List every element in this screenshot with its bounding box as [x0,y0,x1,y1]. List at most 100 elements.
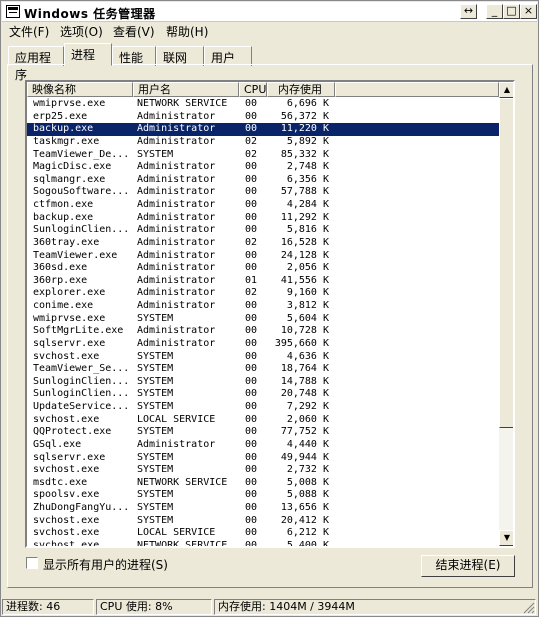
process-memory: 2,056 K [286,262,329,274]
title-bar[interactable]: Windows 任务管理器 ↔ _ □ × [2,2,537,22]
process-row[interactable]: wmiprvse.exe NETWORK SERVICE 00 6,696 K [27,98,499,111]
column-header-cpu[interactable]: CPU [239,82,267,97]
process-image-name: wmiprvse.exe [33,312,106,324]
process-row[interactable]: svchost.exe LOCAL SERVICE 00 2,060 K [27,414,499,427]
process-image-name: sqlmangr.exe [33,173,106,185]
process-row[interactable]: erp25.exe Administrator 00 56,372 K [27,111,499,124]
tab-performance[interactable]: 性能 [112,46,156,66]
menu-file[interactable]: 文件(F) [6,23,52,40]
process-cpu: 02 [245,135,258,147]
process-user-name: SYSTEM [137,451,174,463]
process-row[interactable]: backup.exe Administrator 00 11,292 K [27,212,499,225]
maximize-button[interactable]: □ [503,4,520,19]
process-image-name: svchost.exe [33,514,100,526]
process-row[interactable]: svchost.exe SYSTEM 00 2,732 K [27,464,499,477]
task-manager-window: Windows 任务管理器 ↔ _ □ × 文件(F) 选项(O) 查看(V) … [0,0,539,617]
scroll-up-arrow-icon[interactable]: ▲ [499,82,513,98]
checkbox-box[interactable] [26,557,38,569]
show-all-users-label: 显示所有用户的进程(S) [43,558,168,572]
process-image-name: erp25.exe [33,110,88,122]
process-user-name: Administrator [137,135,216,147]
menu-options[interactable]: 选项(O) [57,23,106,40]
process-row[interactable]: conime.exe Administrator 00 3,812 K [27,300,499,313]
tab-networking[interactable]: 联网 [156,46,204,66]
process-row[interactable]: svchost.exe SYSTEM 00 20,412 K [27,515,499,528]
process-row[interactable]: SogouSoftware... Administrator 00 57,788 K [27,186,499,199]
scroll-thumb[interactable] [499,98,513,428]
process-row[interactable]: SunloginClien... SYSTEM 00 20,748 K [27,388,499,401]
column-header-image-name[interactable]: 映像名称 [27,82,133,97]
process-row[interactable]: svchost.exe LOCAL SERVICE 00 6,212 K [27,527,499,540]
tab-applications[interactable]: 应用程序 [8,46,64,82]
minimize-button[interactable]: _ [486,4,503,19]
process-cpu: 00 [245,350,258,362]
process-memory: 10,728 K [280,325,329,337]
scroll-down-arrow-icon[interactable]: ▼ [499,530,513,546]
process-row[interactable]: MagicDisc.exe Administrator 00 2,748 K [27,161,499,174]
process-list-scrollbar[interactable]: ▲ ▼ [499,82,513,546]
process-memory: 7,292 K [286,401,329,412]
process-user-name: Administrator [137,274,216,286]
process-row[interactable]: sqlservr.exe SYSTEM 00 49,944 K [27,452,499,465]
process-row[interactable]: SunloginClien... SYSTEM 00 14,788 K [27,376,499,389]
process-row[interactable]: ctfmon.exe Administrator 00 4,284 K [27,199,499,212]
process-row[interactable]: 360sd.exe Administrator 00 2,056 K [27,262,499,275]
process-row[interactable]: 360rp.exe Administrator 01 41,556 K [27,275,499,288]
menu-view[interactable]: 查看(V) [110,23,158,40]
tab-processes[interactable]: 进程 [64,43,112,66]
process-memory: 24,128 K [280,249,329,261]
process-image-name: MagicDisc.exe [33,161,112,173]
process-row[interactable]: TeamViewer_Se... SYSTEM 00 18,764 K [27,363,499,376]
process-row[interactable]: QQProtect.exe SYSTEM 00 77,752 K [27,426,499,439]
process-row[interactable]: ZhuDongFangYu... SYSTEM 00 13,656 K [27,502,499,515]
process-image-name: ZhuDongFangYu... [33,502,130,513]
tab-users[interactable]: 用户 [204,46,252,66]
process-row[interactable]: TeamViewer.exe Administrator 00 24,128 K [27,250,499,263]
process-image-name: taskmgr.exe [33,135,100,147]
restore-size-button[interactable]: ↔ [460,4,477,19]
process-memory: 5,604 K [286,312,329,324]
process-row[interactable]: sqlservr.exe Administrator 00 395,660 K [27,338,499,351]
process-row[interactable]: msdtc.exe NETWORK SERVICE 00 5,008 K [27,477,499,490]
process-memory: 2,748 K [286,161,329,173]
status-bar: 进程数: 46 CPU 使用: 8% 内存使用: 1404M / 3944M [2,598,537,616]
process-user-name: SYSTEM [137,502,174,513]
process-cpu: 00 [245,476,258,488]
process-row[interactable]: SoftMgrLite.exe Administrator 00 10,728 K [27,325,499,338]
process-image-name: 360rp.exe [33,274,88,286]
process-image-name: SogouSoftware... [33,186,130,198]
process-user-name: SYSTEM [137,312,174,324]
process-row[interactable]: explorer.exe Administrator 02 9,160 K [27,287,499,300]
process-cpu: 00 [245,413,258,425]
process-list[interactable]: 映像名称 用户名 CPU 内存使用 wmiprvse.exe NETWORK SE… [25,80,515,548]
process-row[interactable]: taskmgr.exe Administrator 02 5,892 K [27,136,499,149]
process-memory: 41,556 K [280,274,329,286]
process-row[interactable]: 360tray.exe Administrator 02 16,528 K [27,237,499,250]
process-user-name: SYSTEM [137,375,174,387]
process-row[interactable]: sqlmangr.exe Administrator 00 6,356 K [27,174,499,187]
process-image-name: explorer.exe [33,287,106,299]
process-row[interactable]: backup.exe Administrator 00 11,220 K [27,123,499,136]
close-button[interactable]: × [520,4,537,19]
process-cpu: 00 [245,186,258,198]
process-row[interactable]: UpdateService... SYSTEM 00 7,292 K [27,401,499,414]
resize-grip-icon[interactable] [523,602,535,614]
menu-help[interactable]: 帮助(H) [163,23,211,40]
process-row[interactable]: svchost.exe SYSTEM 00 4,636 K [27,351,499,364]
process-cpu: 02 [245,236,258,248]
process-row[interactable]: wmiprvse.exe SYSTEM 00 5,604 K [27,313,499,326]
process-row[interactable]: svchost.exe NETWORK SERVICE 00 5,400 K [27,540,499,546]
process-cpu: 00 [245,161,258,173]
process-user-name: SYSTEM [137,426,174,438]
process-row[interactable]: TeamViewer_De... SYSTEM 02 85,332 K [27,149,499,162]
process-row[interactable]: spoolsv.exe SYSTEM 00 5,088 K [27,489,499,502]
end-process-button[interactable]: 结束进程(E) [421,555,515,577]
process-image-name: SunloginClien... [33,224,130,236]
process-memory: 4,284 K [286,199,329,210]
process-row[interactable]: GSql.exe Administrator 00 4,440 K [27,439,499,452]
process-row[interactable]: SunloginClien... Administrator 00 5,816 K [27,224,499,237]
column-header-memory[interactable]: 内存使用 [267,82,335,97]
process-cpu: 00 [245,489,258,501]
process-memory: 13,656 K [280,502,329,513]
column-header-user-name[interactable]: 用户名 [133,82,239,97]
